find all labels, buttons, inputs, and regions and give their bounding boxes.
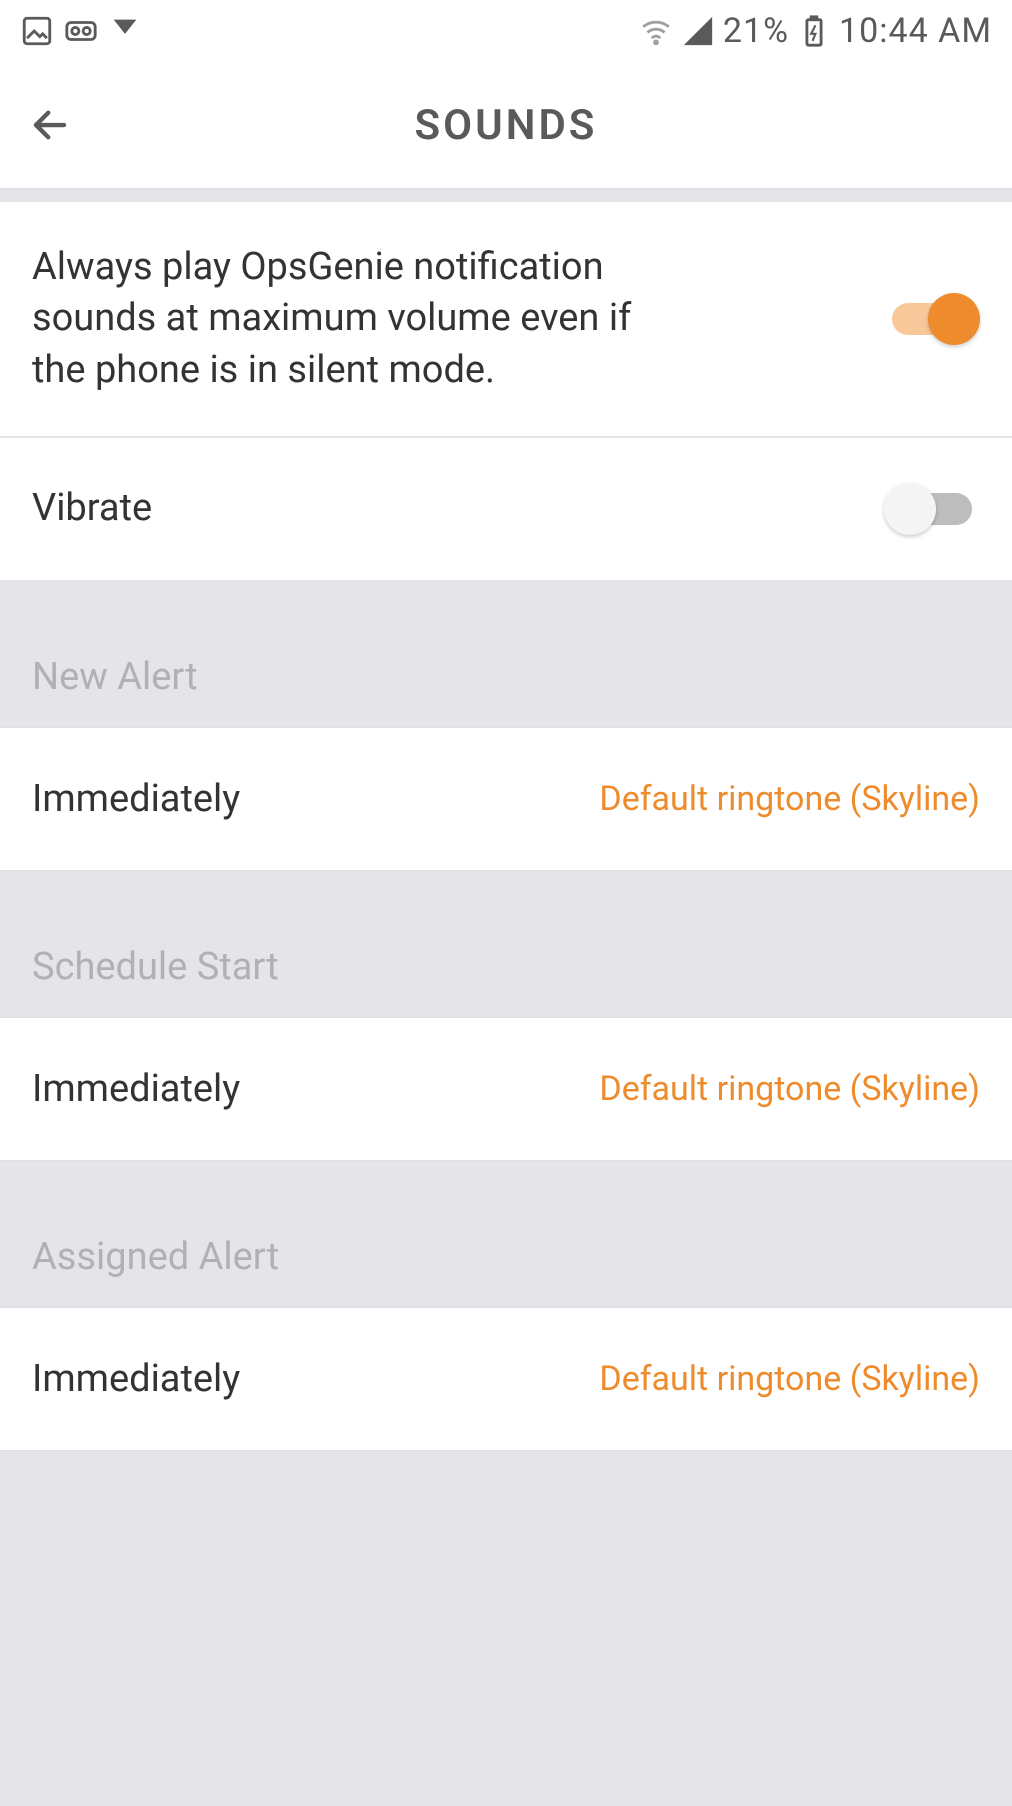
option-value: Default ringtone (Skyline) bbox=[599, 1069, 980, 1109]
option-value: Default ringtone (Skyline) bbox=[599, 779, 980, 819]
section-new-alert: New Alert bbox=[0, 581, 1012, 727]
section-assigned-alert: Assigned Alert bbox=[0, 1161, 1012, 1307]
option-value: Default ringtone (Skyline) bbox=[599, 1359, 980, 1399]
check-icon bbox=[108, 14, 142, 48]
image-icon bbox=[20, 14, 54, 48]
back-button[interactable] bbox=[26, 101, 74, 149]
option-label: Immediately bbox=[32, 1067, 240, 1111]
battery-icon bbox=[797, 14, 831, 48]
option-new-alert-immediately[interactable]: Immediately Default ringtone (Skyline) bbox=[0, 727, 1012, 871]
toggle-vibrate[interactable] bbox=[884, 481, 980, 537]
wifi-icon bbox=[639, 14, 673, 48]
option-schedule-start-immediately[interactable]: Immediately Default ringtone (Skyline) bbox=[0, 1017, 1012, 1161]
section-schedule-start: Schedule Start bbox=[0, 871, 1012, 1017]
status-bar: 21% 10:44 AM bbox=[0, 0, 1012, 62]
page-title: SOUNDS bbox=[0, 101, 1012, 150]
setting-vibrate-label: Vibrate bbox=[32, 483, 652, 534]
setting-vibrate[interactable]: Vibrate bbox=[0, 437, 1012, 581]
app-header: SOUNDS bbox=[0, 62, 1012, 190]
option-label: Immediately bbox=[32, 777, 240, 821]
option-assigned-alert-immediately[interactable]: Immediately Default ringtone (Skyline) bbox=[0, 1307, 1012, 1451]
signal-icon bbox=[681, 14, 715, 48]
setting-max-volume-label: Always play OpsGenie notification sounds… bbox=[32, 242, 652, 396]
setting-max-volume[interactable]: Always play OpsGenie notification sounds… bbox=[0, 202, 1012, 437]
option-label: Immediately bbox=[32, 1357, 240, 1401]
bottom-gap bbox=[0, 1451, 1012, 1533]
battery-percent: 21% bbox=[723, 11, 789, 51]
toggle-max-volume[interactable] bbox=[884, 291, 980, 347]
voicemail-icon bbox=[64, 14, 98, 48]
clock-text: 10:44 AM bbox=[839, 11, 992, 51]
